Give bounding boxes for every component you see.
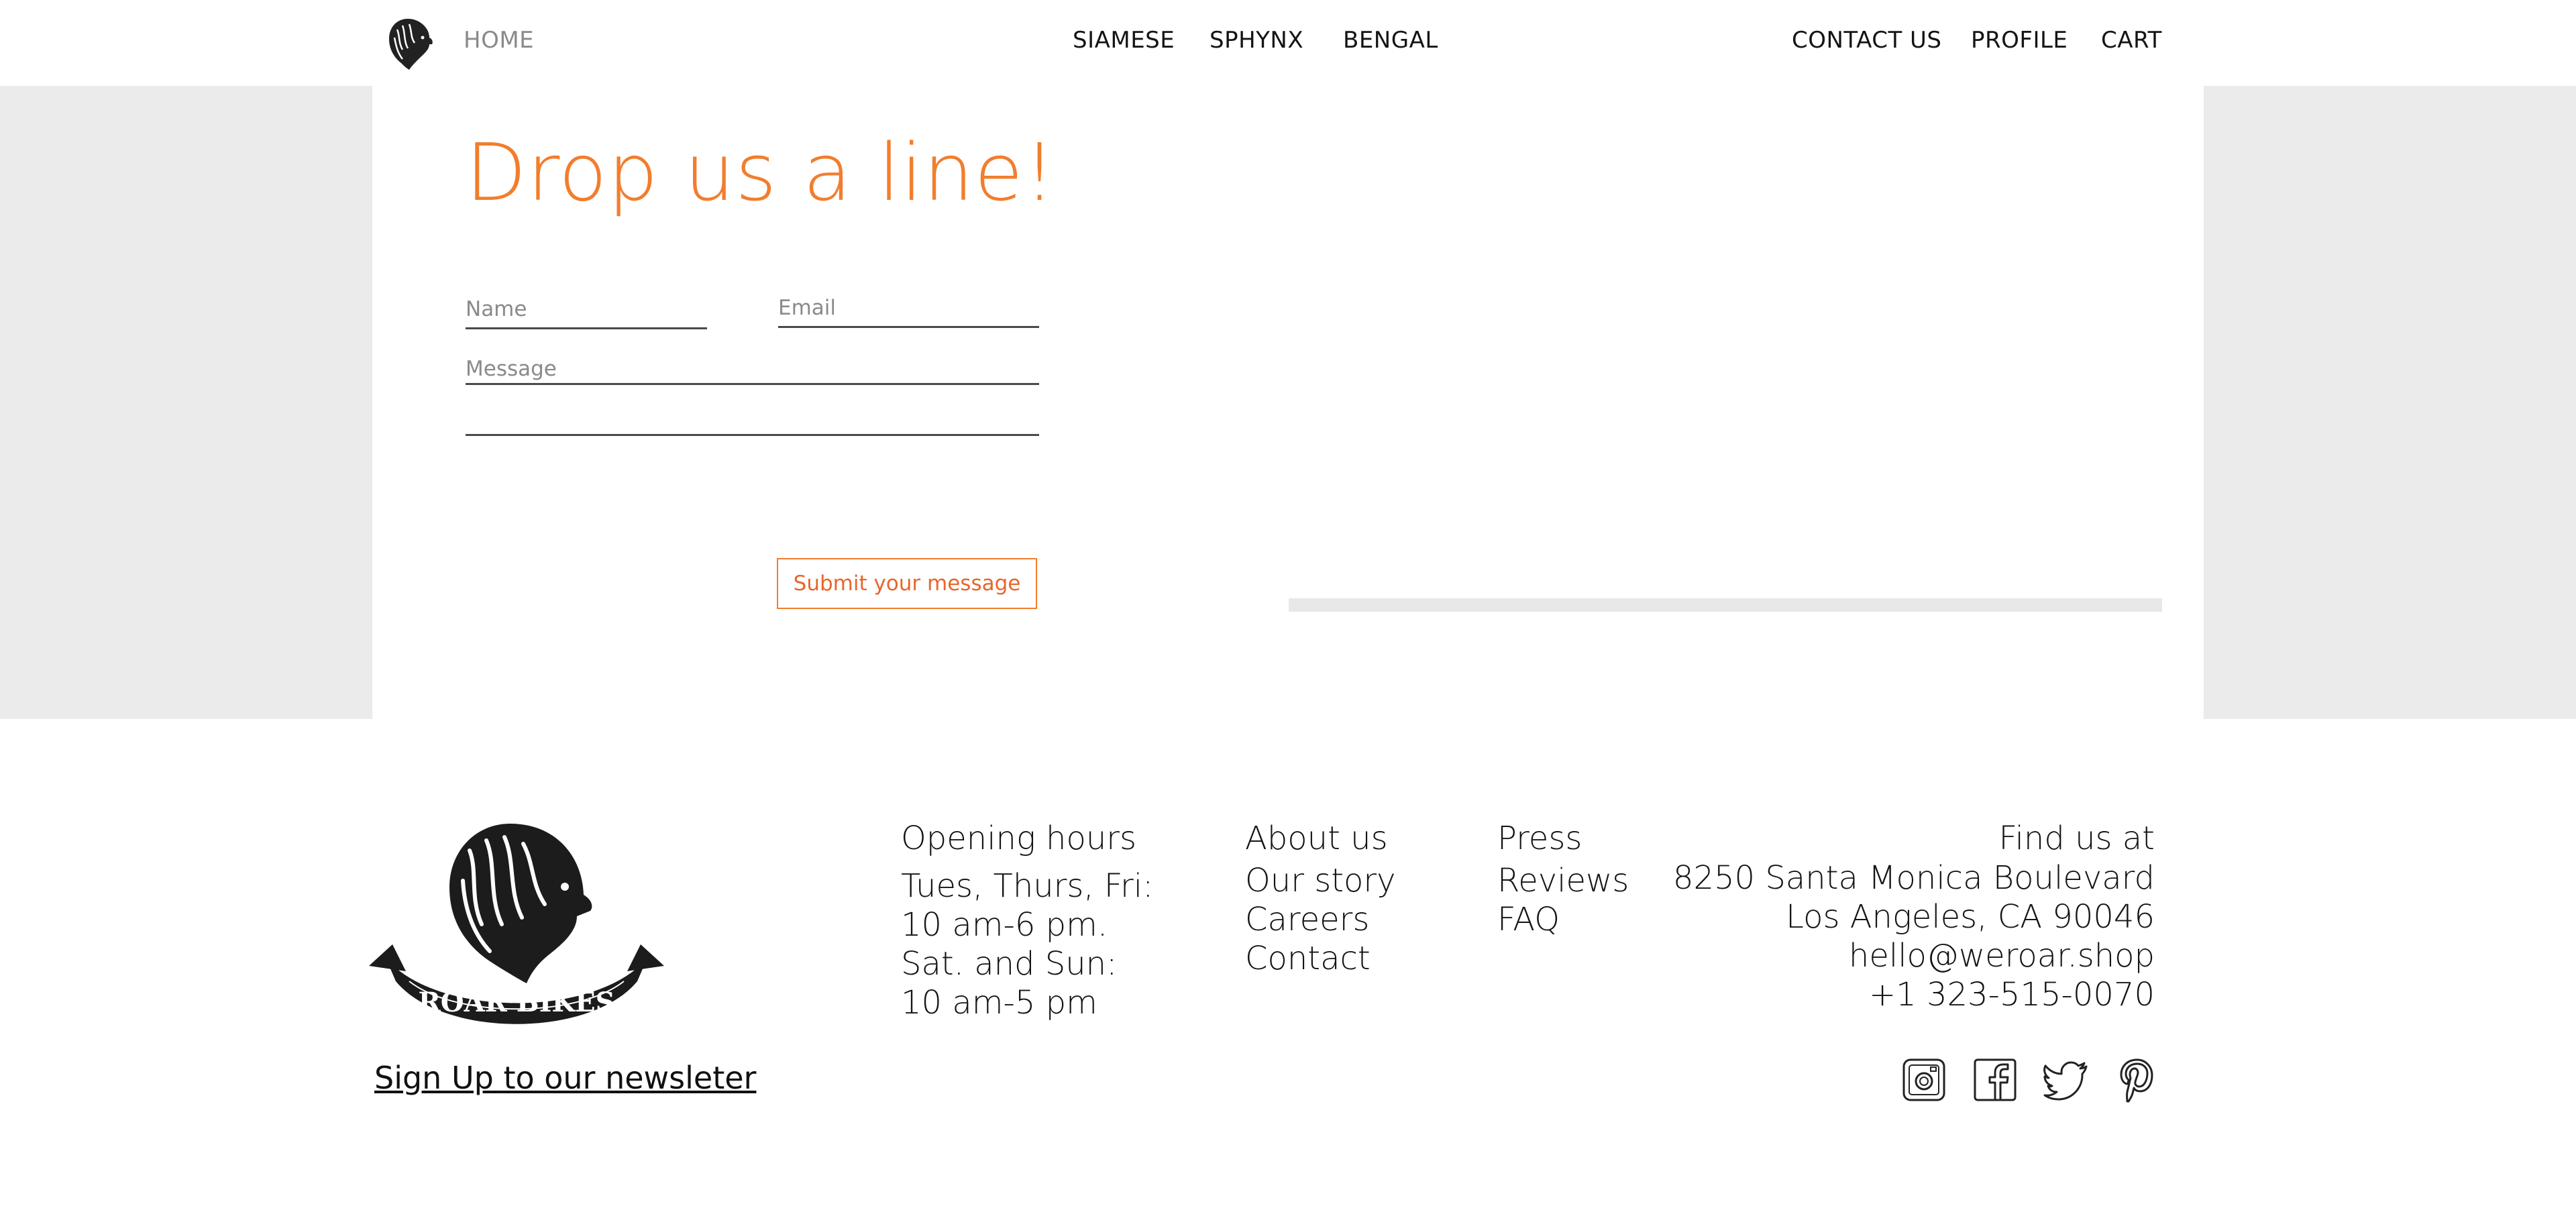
roar-bikes-logo[interactable]: ROAR BIKES [356,817,678,1032]
about-title: About us [1245,820,1388,857]
name-input-underline [466,327,707,329]
email-input[interactable]: Email [778,296,836,320]
nav-sphynx-link[interactable]: SPHYNX [1210,27,1303,54]
page-title: Drop us a line! [466,126,1057,219]
faq-link[interactable]: FAQ [1497,900,1629,939]
name-input[interactable]: Name [466,297,527,321]
our-story-link[interactable]: Our story [1245,861,1396,900]
opening-hours-title: Opening hours [901,820,1136,857]
phone-link[interactable]: +1 323-515-0070 [1673,975,2155,1014]
instagram-icon[interactable] [1901,1057,1947,1103]
message-line-1 [466,383,1039,385]
message-line-2 [466,434,1039,436]
careers-link[interactable]: Careers [1245,900,1396,939]
hours-line: 10 am-5 pm [901,984,1097,1022]
twitter-icon[interactable] [2043,1057,2089,1103]
email-input-underline [778,326,1039,328]
lion-logo-icon[interactable] [382,15,436,71]
hours-line: Sat. and Sun: [901,945,1118,983]
map-placeholder-bar [1289,598,2162,612]
press-column: Press Reviews FAQ [1497,818,1629,939]
hours-line: Tues, Thurs, Fri: [901,867,1154,905]
contact-link[interactable]: Contact [1245,939,1396,978]
nav-contact-us-link[interactable]: CONTACT US [1792,27,1942,54]
nav-cart-link[interactable]: CART [2101,27,2162,54]
top-navigation: HOME SIAMESE SPHYNX BENGAL CONTACT US PR… [0,0,2576,86]
nav-siamese-link[interactable]: SIAMESE [1073,27,1175,54]
hours-line: 10 am-6 pm. [901,906,1108,944]
email-link[interactable]: hello@weroar.shop [1673,936,2155,975]
address-street: 8250 Santa Monica Boulevard [1672,859,2155,897]
find-us-title: Find us at [1998,820,2155,857]
nav-profile-link[interactable]: PROFILE [1971,27,2068,54]
newsletter-signup-link[interactable]: Sign Up to our newsleter [374,1060,756,1096]
address-city: Los Angeles, CA 90046 [1786,898,2155,936]
facebook-icon[interactable] [1972,1057,2018,1103]
nav-bengal-link[interactable]: BENGAL [1343,27,1438,54]
find-us-column: Find us at 8250 Santa Monica Boulevard L… [1673,818,2155,1014]
logo-text: ROAR BIKES [419,987,615,1018]
press-link[interactable]: Press [1497,818,1629,859]
message-textarea[interactable]: Message [466,357,557,381]
about-column: About us Our story Careers Contact [1245,818,1396,978]
nav-home-link[interactable]: HOME [464,27,534,54]
opening-hours-column: Opening hours Tues, Thurs, Fri: 10 am-6 … [901,818,1153,1022]
reviews-link[interactable]: Reviews [1497,861,1629,900]
submit-message-button[interactable]: Submit your message [777,558,1037,609]
pinterest-icon[interactable] [2114,1057,2160,1103]
